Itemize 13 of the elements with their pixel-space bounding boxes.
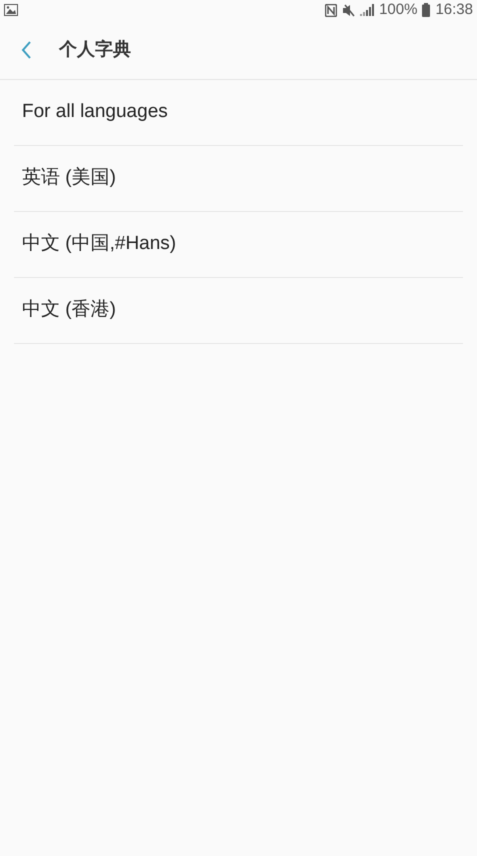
image-icon — [4, 4, 18, 16]
language-list-item[interactable]: 英语 (美国) — [14, 146, 463, 212]
clock-time: 16:38 — [435, 0, 473, 20]
muted-speaker-icon — [342, 4, 356, 16]
language-list-item[interactable]: 中文 (香港) — [14, 278, 463, 344]
language-list-item[interactable]: For all languages — [14, 80, 463, 146]
signal-icon — [360, 4, 374, 16]
language-list-item[interactable]: 中文 (中国,#Hans) — [14, 212, 463, 278]
nfc-icon — [325, 4, 338, 16]
back-icon — [20, 40, 32, 60]
page-title: 个人字典 — [59, 38, 131, 61]
battery-percent: 100% — [379, 0, 418, 20]
battery-icon — [422, 3, 430, 17]
